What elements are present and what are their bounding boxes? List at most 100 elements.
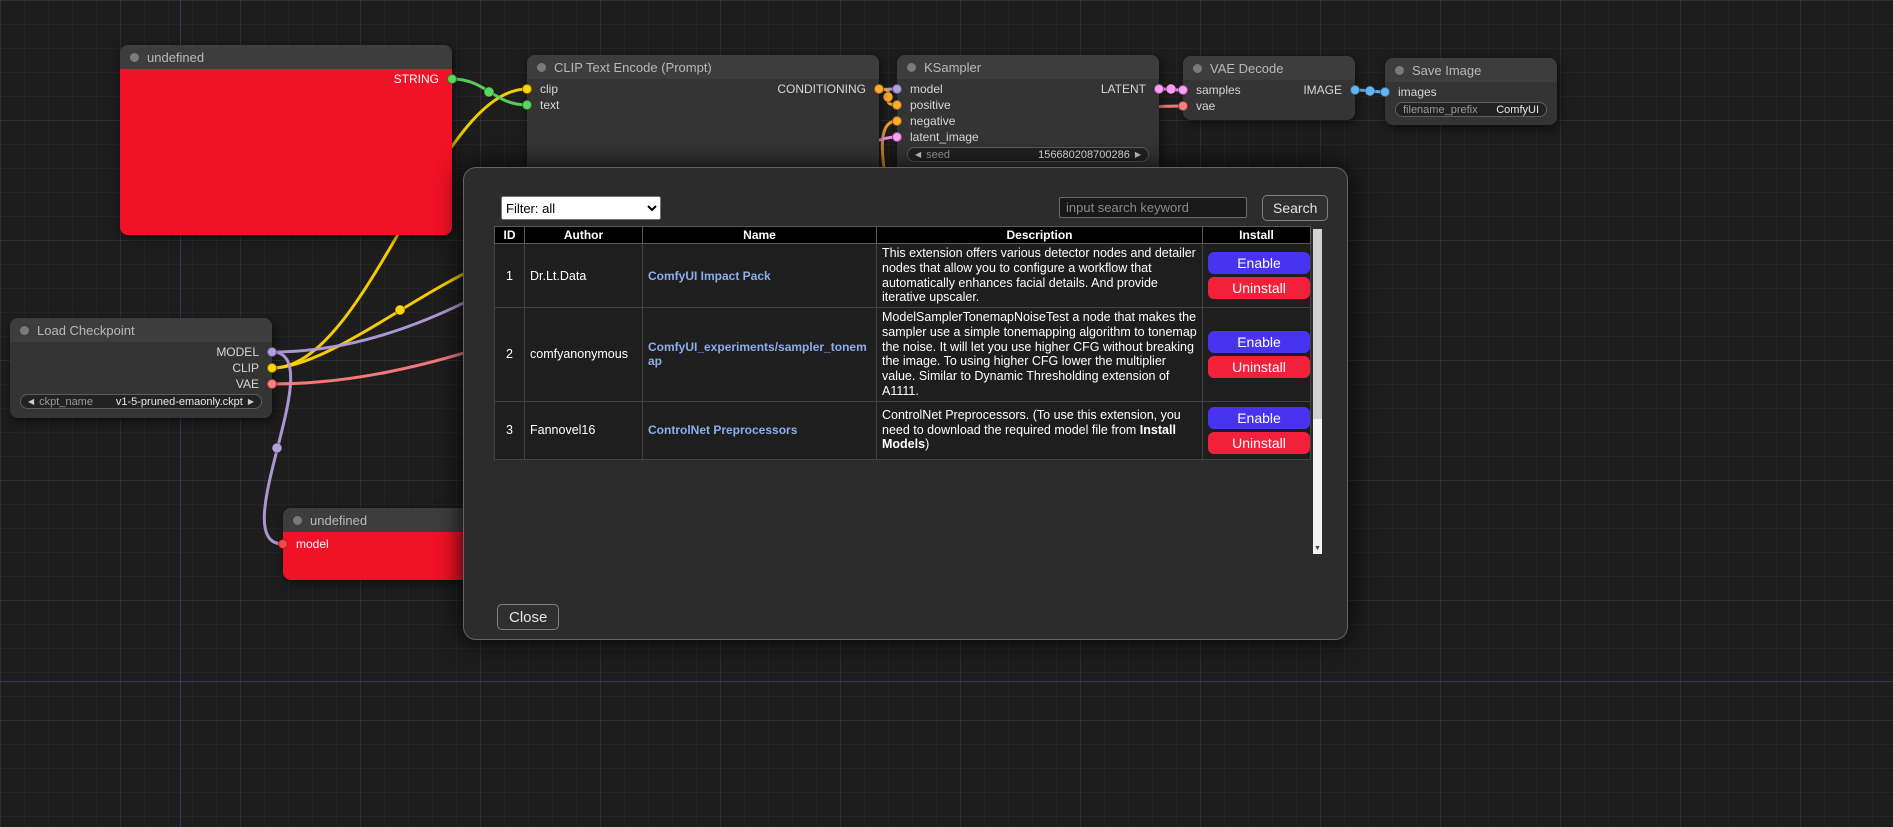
link-midpoint-dot-clip[interactable] [395, 305, 405, 315]
table-header-row: ID Author Name Description Install [495, 227, 1311, 244]
uninstall-button[interactable]: Uninstall [1208, 432, 1310, 454]
slot-row-positive: positive [897, 97, 1159, 113]
slot-label: CONDITIONING [777, 82, 866, 96]
slot-label: images [1398, 85, 1437, 99]
enable-button[interactable]: Enable [1208, 331, 1310, 353]
node-title-bar[interactable]: VAE Decode [1183, 56, 1355, 80]
output-pin-vae[interactable] [267, 379, 277, 389]
output-pin-latent[interactable] [1154, 84, 1164, 94]
slot-row-clip-out: CLIP [10, 360, 272, 376]
slot-row-model-latent: model LATENT [897, 81, 1159, 97]
extension-author: Fannovel16 [525, 401, 643, 459]
node-title: VAE Decode [1210, 61, 1283, 76]
link-midpoint-dot-image[interactable] [1365, 86, 1375, 96]
slot-label: VAE [236, 377, 259, 391]
slot-row-text: text [527, 97, 879, 113]
node-title: CLIP Text Encode (Prompt) [554, 60, 712, 75]
input-pin-positive[interactable] [892, 100, 902, 110]
slot-label: text [540, 98, 559, 112]
extension-author: comfyanonymous [525, 308, 643, 402]
widget-value: ComfyUI [1496, 104, 1539, 116]
link-midpoint-dot-string[interactable] [484, 87, 494, 97]
node-status-dot[interactable] [537, 63, 546, 72]
extension-id: 2 [495, 308, 525, 402]
extension-link[interactable]: ComfyUI_experiments/sampler_tonemap [648, 340, 867, 368]
node-title: Save Image [1412, 63, 1481, 78]
custom-nodes-manager-dialog: Filter: all Search ID Author Name Descri… [463, 167, 1348, 640]
node-title-bar[interactable]: undefined [283, 508, 468, 532]
slot-row-images: images [1385, 84, 1557, 100]
slot-label: negative [910, 114, 955, 128]
seed-widget[interactable]: ◀ seed 156680208700286 ▶ [907, 147, 1149, 162]
input-pin-text[interactable] [522, 100, 532, 110]
scroll-down-icon[interactable]: ▼ [1313, 544, 1322, 554]
output-pin-conditioning[interactable] [874, 84, 884, 94]
link-midpoint-dot-latent[interactable] [1166, 84, 1176, 94]
node-load-checkpoint[interactable]: Load Checkpoint MODEL CLIP VAE ◀ ckpt_na… [10, 318, 272, 418]
uninstall-button[interactable]: Uninstall [1208, 356, 1310, 378]
input-pin-clip[interactable] [522, 84, 532, 94]
widget-next-icon[interactable]: ▶ [248, 398, 254, 406]
link-midpoint-dot-model[interactable] [272, 443, 282, 453]
input-pin-vae[interactable] [1178, 101, 1188, 111]
node-undefined-bottom[interactable]: undefined model [283, 508, 468, 580]
widget-name: filename_prefix [1403, 104, 1478, 116]
extension-name-cell: ComfyUI_experiments/sampler_tonemap [643, 308, 877, 402]
node-title-bar[interactable]: Load Checkpoint [10, 318, 272, 342]
node-status-dot[interactable] [130, 53, 139, 62]
output-pin-clip[interactable] [267, 363, 277, 373]
header-name: Name [643, 227, 877, 244]
node-status-dot[interactable] [293, 516, 302, 525]
node-undefined-top[interactable]: undefined STRING [120, 45, 452, 235]
widget-prev-icon[interactable]: ◀ [28, 398, 34, 406]
filename-prefix-widget[interactable]: filename_prefix ComfyUI [1395, 102, 1547, 117]
extension-id: 3 [495, 401, 525, 459]
node-title-bar[interactable]: Save Image [1385, 58, 1557, 82]
node-title-bar[interactable]: undefined [120, 45, 452, 69]
node-save-image[interactable]: Save Image images filename_prefix ComfyU… [1385, 58, 1557, 125]
node-status-dot[interactable] [20, 326, 29, 335]
output-slot-string: STRING [120, 71, 452, 87]
uninstall-button[interactable]: Uninstall [1208, 277, 1310, 299]
extension-install-cell: Enable Uninstall [1203, 308, 1311, 402]
node-title-bar[interactable]: CLIP Text Encode (Prompt) [527, 55, 879, 79]
slot-label: samples [1196, 83, 1241, 97]
ckpt-name-widget[interactable]: ◀ ckpt_name v1-5-pruned-emaonly.ckpt ▶ [20, 394, 262, 409]
input-pin-model[interactable] [892, 84, 902, 94]
input-pin-negative[interactable] [892, 116, 902, 126]
scrollbar-thumb[interactable] [1313, 229, 1322, 419]
scrollbar[interactable]: ▼ [1313, 229, 1322, 554]
widget-decrement-icon[interactable]: ◀ [915, 151, 921, 159]
node-vae-decode[interactable]: VAE Decode samples IMAGE vae [1183, 56, 1355, 120]
node-title-bar[interactable]: KSampler [897, 55, 1159, 79]
filter-select[interactable]: Filter: all [501, 196, 661, 220]
output-pin-string[interactable] [447, 74, 457, 84]
node-status-dot[interactable] [907, 63, 916, 72]
output-pin-model[interactable] [267, 347, 277, 357]
node-title: undefined [310, 513, 367, 528]
enable-button[interactable]: Enable [1208, 252, 1310, 274]
input-pin-model-missing[interactable] [278, 539, 288, 549]
input-pin-samples[interactable] [1178, 85, 1188, 95]
link-midpoint-dot-conditioning[interactable] [883, 92, 893, 102]
slot-label: MODEL [216, 345, 259, 359]
extension-name-cell: ControlNet Preprocessors [643, 401, 877, 459]
slot-row-samples-image: samples IMAGE [1183, 82, 1355, 98]
node-status-dot[interactable] [1395, 66, 1404, 75]
search-button[interactable]: Search [1262, 195, 1328, 221]
slot-row-vae-out: VAE [10, 376, 272, 392]
input-pin-latent-image[interactable] [892, 132, 902, 142]
slot-row-model-in: model [283, 536, 468, 552]
search-input[interactable] [1059, 197, 1247, 218]
enable-button[interactable]: Enable [1208, 407, 1310, 429]
widget-value: v1-5-pruned-emaonly.ckpt [116, 396, 243, 408]
close-button[interactable]: Close [497, 604, 559, 630]
input-pin-images[interactable] [1380, 87, 1390, 97]
slot-row-negative: negative [897, 113, 1159, 129]
node-status-dot[interactable] [1193, 64, 1202, 73]
output-pin-image[interactable] [1350, 85, 1360, 95]
widget-increment-icon[interactable]: ▶ [1135, 151, 1141, 159]
description-segment: ControlNet Preprocessors. (To use this e… [882, 408, 1181, 437]
extension-link[interactable]: ComfyUI Impact Pack [648, 269, 771, 283]
extension-link[interactable]: ControlNet Preprocessors [648, 423, 797, 437]
